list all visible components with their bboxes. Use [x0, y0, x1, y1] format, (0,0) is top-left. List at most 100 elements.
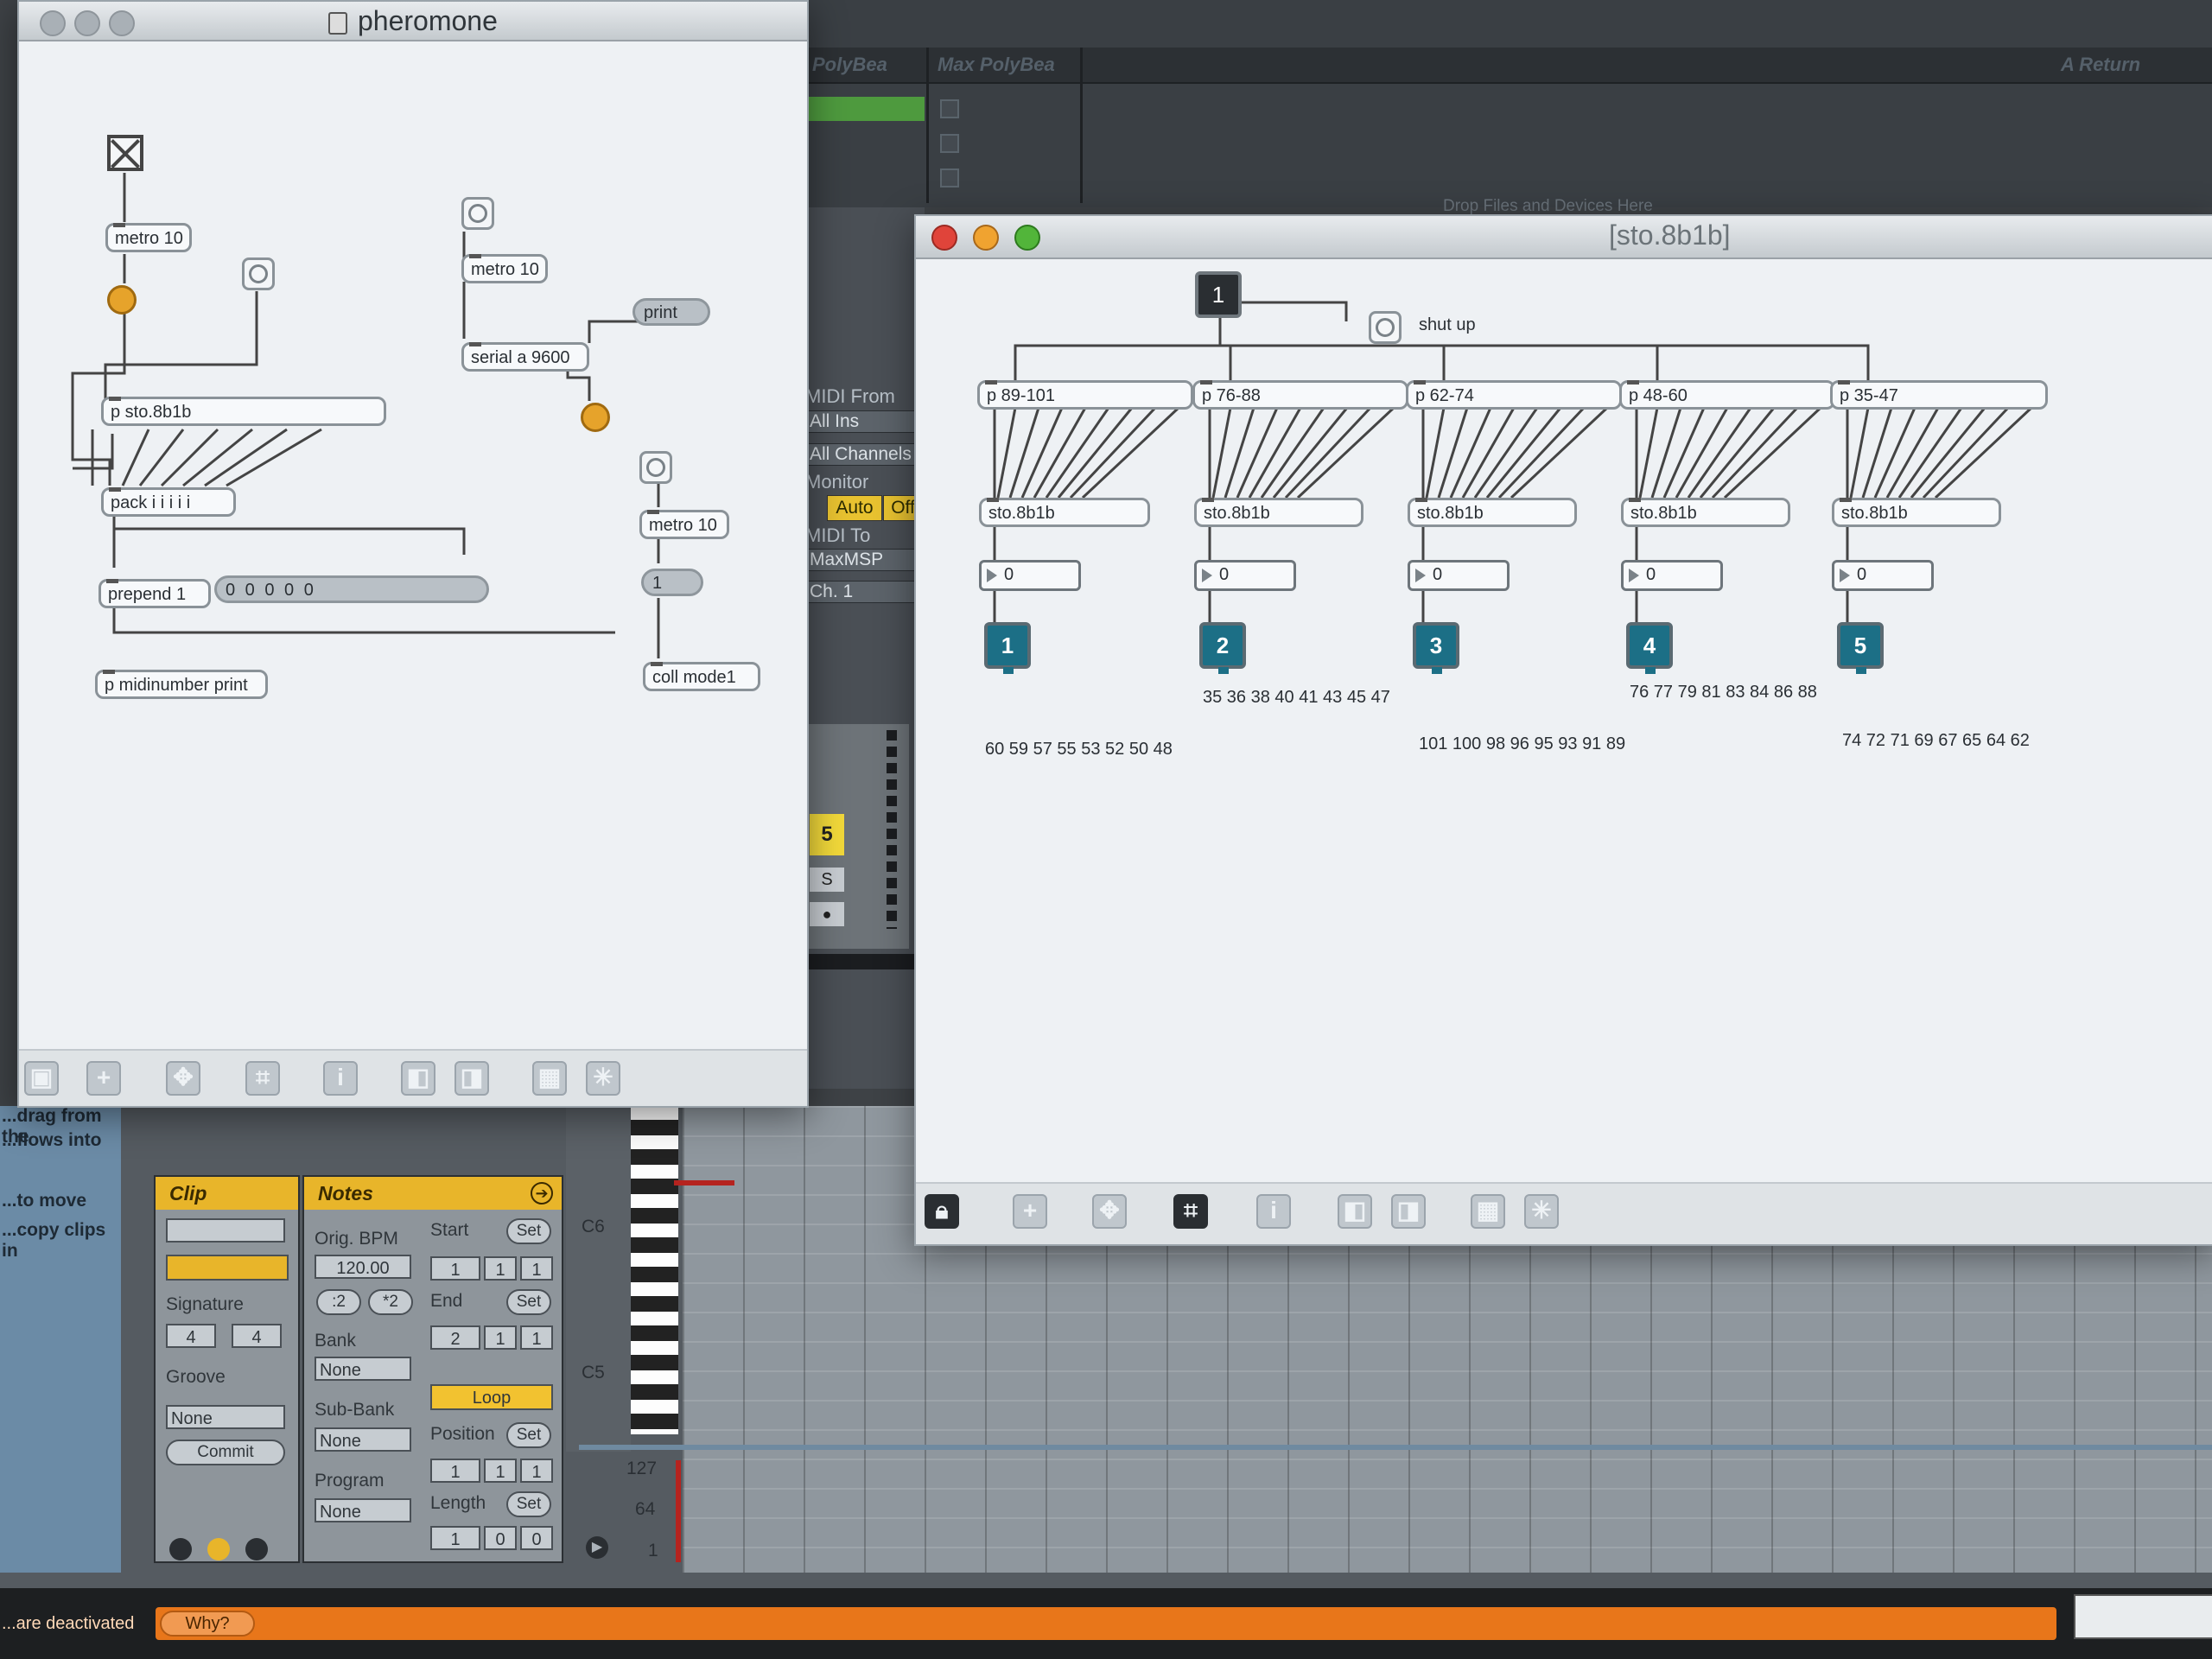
- zoom-icon[interactable]: [109, 10, 135, 36]
- sto-object[interactable]: sto.8b1b: [1832, 498, 2001, 527]
- range-subpatcher[interactable]: p 35-47: [1830, 380, 2048, 410]
- groove-select[interactable]: None: [166, 1405, 285, 1429]
- range-subpatcher[interactable]: p 48-60: [1619, 380, 1835, 410]
- back-icon[interactable]: ◨: [454, 1061, 489, 1096]
- bang-lit-icon[interactable]: [107, 285, 137, 315]
- grid-icon[interactable]: ▦: [532, 1061, 567, 1096]
- signature-numerator[interactable]: 4: [166, 1324, 216, 1348]
- position-sixteenth[interactable]: 1: [520, 1459, 553, 1483]
- warp-icon[interactable]: [207, 1538, 230, 1560]
- outlet-1[interactable]: 1: [984, 622, 1031, 674]
- end-bar[interactable]: 2: [430, 1325, 480, 1350]
- outlet-2[interactable]: 2: [1199, 622, 1246, 674]
- midi-note[interactable]: [674, 1180, 734, 1185]
- bang-icon[interactable]: [461, 197, 494, 230]
- envelope-icon[interactable]: [245, 1538, 268, 1560]
- presentation-icon[interactable]: ⌗: [1173, 1194, 1208, 1229]
- front-icon[interactable]: ◧: [401, 1061, 435, 1096]
- channel-select[interactable]: All Channels: [805, 443, 919, 466]
- number-box[interactable]: 0: [979, 560, 1081, 591]
- bank-select[interactable]: None: [315, 1357, 411, 1381]
- clip-header[interactable]: Clip: [156, 1177, 298, 1210]
- snap-icon[interactable]: ✳: [586, 1061, 620, 1096]
- coll-object[interactable]: coll mode1: [643, 662, 760, 691]
- metro-object[interactable]: metro 10: [461, 254, 548, 283]
- signature-denominator[interactable]: 4: [232, 1324, 282, 1348]
- end-beat[interactable]: 1: [484, 1325, 517, 1350]
- bang-lit-icon[interactable]: [581, 403, 610, 432]
- solo-button[interactable]: S: [810, 868, 844, 892]
- number-box[interactable]: 0: [1621, 560, 1723, 591]
- sto-object[interactable]: sto.8b1b: [1621, 498, 1790, 527]
- why-button[interactable]: Why?: [160, 1611, 255, 1637]
- list-message[interactable]: 0 0 0 0 0: [214, 575, 489, 603]
- subpatcher-object[interactable]: p sto.8b1b: [101, 397, 386, 426]
- status-field[interactable]: [2074, 1594, 2212, 1639]
- number-box[interactable]: 0: [1194, 560, 1296, 591]
- number-box[interactable]: 0: [1408, 560, 1510, 591]
- sto-object[interactable]: sto.8b1b: [979, 498, 1150, 527]
- minimize-icon[interactable]: [74, 10, 100, 36]
- position-beat[interactable]: 1: [484, 1459, 517, 1483]
- start-bar[interactable]: 1: [430, 1256, 480, 1281]
- double-tempo-button[interactable]: *2: [368, 1289, 413, 1315]
- close-icon[interactable]: [931, 225, 957, 251]
- length-bar[interactable]: 1: [430, 1526, 480, 1550]
- move-icon[interactable]: ✥: [1092, 1194, 1127, 1229]
- range-subpatcher[interactable]: p 62-74: [1406, 380, 1622, 410]
- serial-object[interactable]: serial a 9600: [461, 342, 589, 372]
- back-icon[interactable]: ◨: [1391, 1194, 1426, 1229]
- outlet-5[interactable]: 5: [1837, 622, 1884, 674]
- velocity-marker[interactable]: [676, 1460, 681, 1562]
- half-tempo-button[interactable]: :2: [316, 1289, 361, 1315]
- snap-icon[interactable]: ✳: [1524, 1194, 1559, 1229]
- length-beat[interactable]: 0: [484, 1526, 517, 1550]
- track-header[interactable]: Max PolyBea: [938, 54, 1055, 76]
- outlet-4[interactable]: 4: [1626, 622, 1673, 674]
- start-beat[interactable]: 1: [484, 1256, 517, 1281]
- clip-slot[interactable]: [940, 168, 959, 188]
- set-start-button[interactable]: Set: [506, 1218, 551, 1244]
- range-subpatcher[interactable]: p 89-101: [977, 380, 1193, 410]
- pack-object[interactable]: pack i i i i i: [101, 487, 236, 517]
- midi-to-channel-select[interactable]: Ch. 1: [805, 581, 919, 603]
- arm-record-icon[interactable]: ●: [810, 902, 844, 926]
- clip-slot-playing[interactable]: [808, 97, 925, 121]
- minimize-icon[interactable]: [973, 225, 999, 251]
- set-position-button[interactable]: Set: [506, 1422, 551, 1448]
- bang-icon[interactable]: [639, 451, 672, 484]
- midi-to-select[interactable]: MaxMSP: [805, 549, 919, 571]
- start-sixteenth[interactable]: 1: [520, 1256, 553, 1281]
- clip-name-field[interactable]: [166, 1218, 285, 1243]
- notes-header[interactable]: Notes: [304, 1177, 425, 1210]
- info-icon[interactable]: i: [323, 1061, 358, 1096]
- track-header[interactable]: A Return: [2061, 54, 2140, 76]
- clip-slot[interactable]: [940, 134, 959, 153]
- subbank-select[interactable]: None: [315, 1427, 411, 1452]
- title-bar[interactable]: [sto.8b1b]: [916, 216, 2212, 259]
- sto-object[interactable]: sto.8b1b: [1408, 498, 1577, 527]
- end-sixteenth[interactable]: 1: [520, 1325, 553, 1350]
- clip-slot[interactable]: [940, 99, 959, 118]
- track-header[interactable]: PolyBea: [812, 54, 887, 76]
- track-activator[interactable]: 5: [810, 814, 844, 855]
- prepend-object[interactable]: prepend 1: [99, 579, 211, 608]
- orig-bpm-field[interactable]: 120.00: [315, 1255, 411, 1279]
- commit-button[interactable]: Commit: [166, 1440, 285, 1465]
- info-icon[interactable]: i: [1256, 1194, 1291, 1229]
- length-sixteenth[interactable]: 0: [520, 1526, 553, 1550]
- sto-object[interactable]: sto.8b1b: [1194, 498, 1363, 527]
- add-icon[interactable]: +: [86, 1061, 121, 1096]
- position-bar[interactable]: 1: [430, 1459, 480, 1483]
- zoom-icon[interactable]: [1014, 225, 1040, 251]
- play-icon[interactable]: ▶: [586, 1536, 608, 1559]
- number-message[interactable]: 1: [641, 569, 703, 596]
- metro-object[interactable]: metro 10: [639, 510, 729, 539]
- bang-icon[interactable]: [242, 257, 275, 290]
- clip-color-select[interactable]: [166, 1255, 289, 1281]
- title-bar[interactable]: pheromone: [19, 2, 807, 41]
- print-message[interactable]: print: [632, 298, 710, 326]
- range-subpatcher[interactable]: p 76-88: [1192, 380, 1408, 410]
- front-icon[interactable]: ◧: [1338, 1194, 1372, 1229]
- number-box[interactable]: 0: [1832, 560, 1934, 591]
